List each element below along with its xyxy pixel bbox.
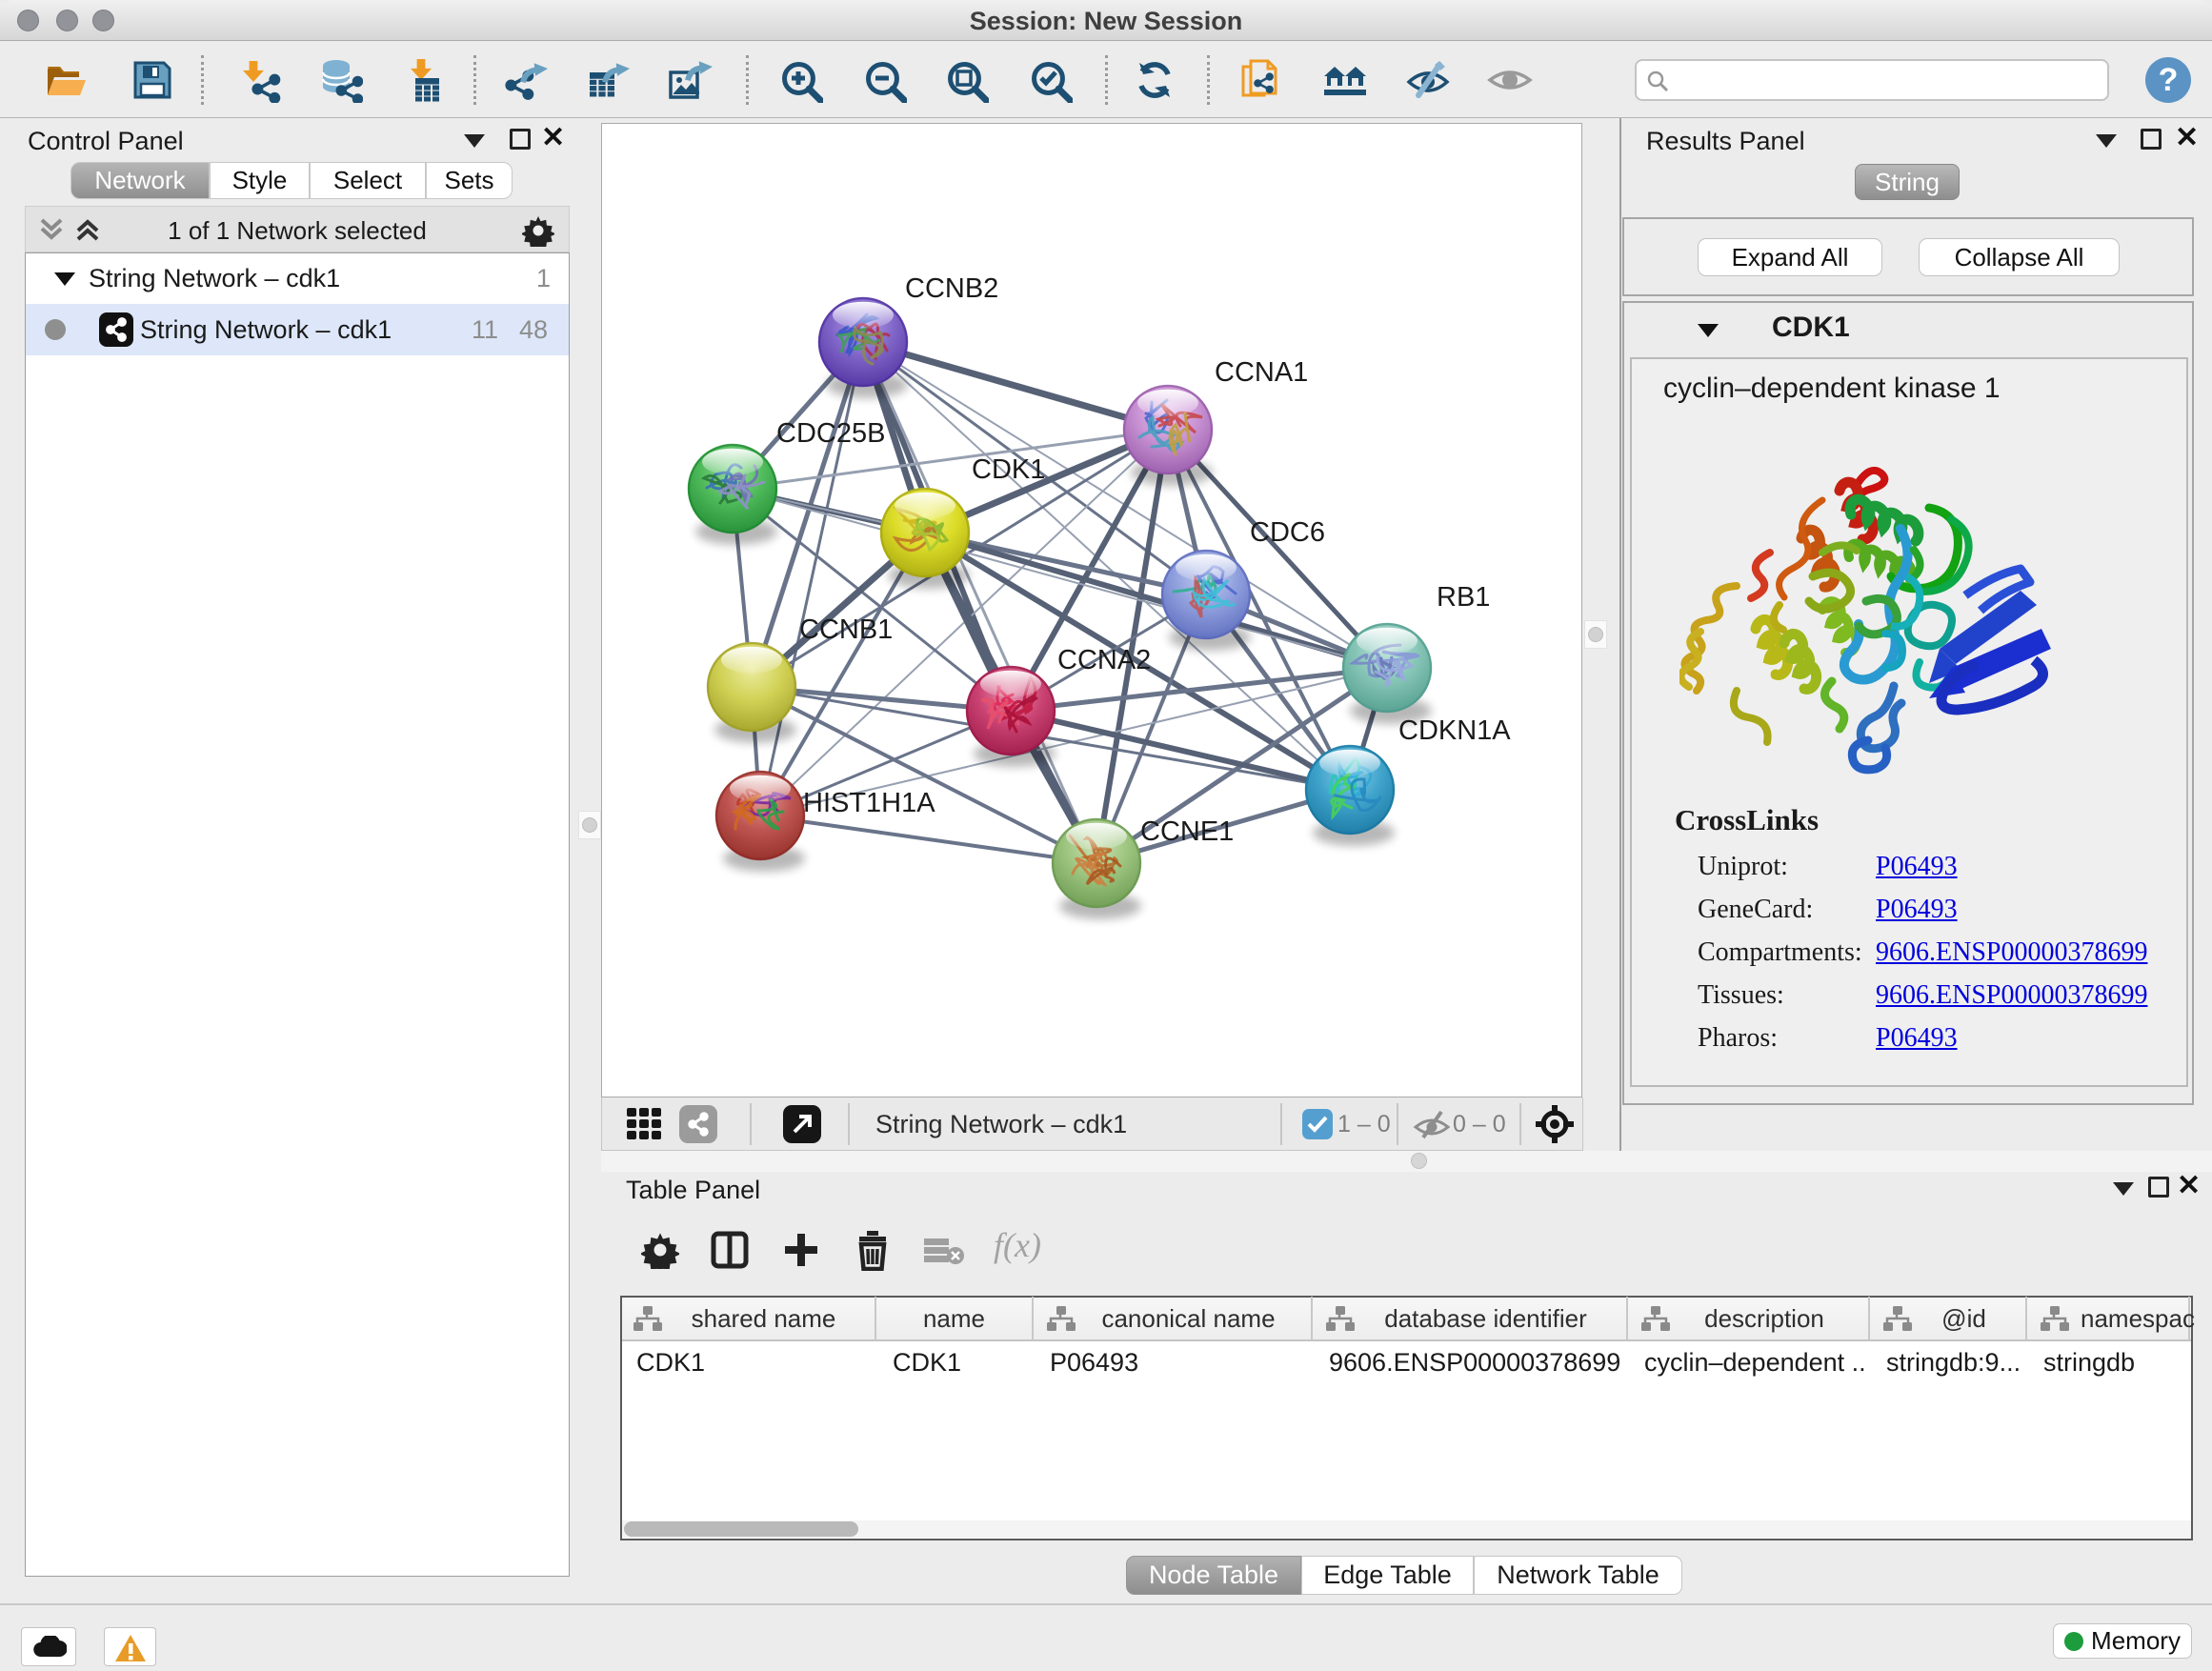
svg-text:CCNA2: CCNA2	[1057, 645, 1151, 675]
svg-text:HIST1H1A: HIST1H1A	[803, 788, 935, 818]
svg-text:CCNA1: CCNA1	[1215, 357, 1308, 388]
svg-text:RB1: RB1	[1437, 582, 1490, 613]
svg-text:CCNB1: CCNB1	[799, 614, 893, 645]
svg-text:CCNE1: CCNE1	[1140, 816, 1234, 847]
svg-text:CDKN1A: CDKN1A	[1398, 715, 1511, 746]
svg-text:CDK1: CDK1	[972, 454, 1045, 485]
svg-text:CCNB2: CCNB2	[905, 273, 998, 304]
svg-text:CDC6: CDC6	[1250, 517, 1325, 548]
svg-text:CDC25B: CDC25B	[776, 418, 885, 449]
